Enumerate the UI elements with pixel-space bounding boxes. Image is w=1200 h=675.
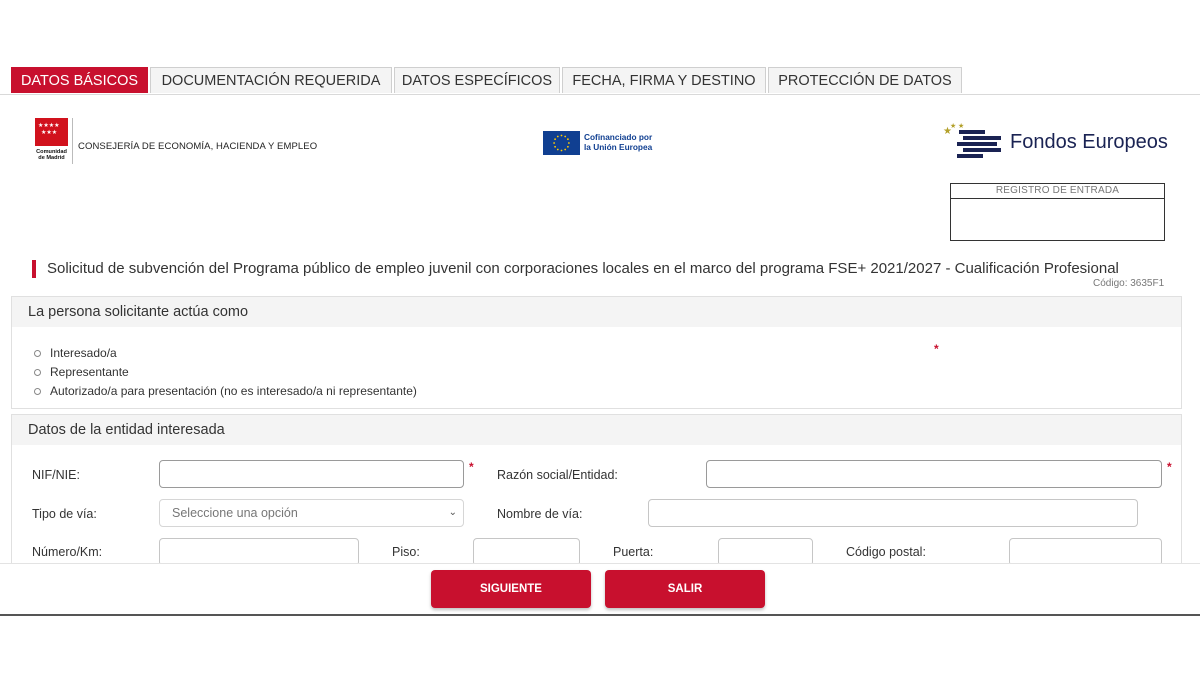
siguiente-button[interactable]: SIGUIENTE: [431, 570, 591, 608]
option-representante-label: Representante: [50, 365, 129, 379]
eu-text-line1: Cofinanciado por: [584, 132, 653, 142]
tab-fecha-firma-destino[interactable]: FECHA, FIRMA Y DESTINO: [562, 67, 766, 93]
consejeria-name: CONSEJERÍA DE ECONOMÍA, HACIENDA Y EMPLE…: [78, 141, 318, 152]
tab-bar: DATOS BÁSICOS DOCUMENTACIÓN REQUERIDA DA…: [0, 67, 1200, 95]
tipo-via-select[interactable]: Seleccione una opción ⌄: [159, 499, 464, 527]
solicitante-panel: La persona solicitante actúa como Intere…: [11, 296, 1182, 409]
fondos-europeos-text: Fondos Europeos: [1010, 131, 1168, 153]
numero-label: Número/Km:: [32, 545, 103, 559]
entidad-panel: Datos de la entidad interesada NIF/NIE: …: [11, 414, 1182, 574]
chevron-down-icon: ⌄: [448, 507, 457, 518]
tipo-via-selected: Seleccione una opción: [172, 506, 298, 520]
svg-text:★: ★: [958, 122, 964, 130]
option-autorizado[interactable]: Autorizado/a para presentación (no es in…: [34, 384, 417, 398]
option-interesado[interactable]: Interesado/a: [34, 346, 117, 360]
madrid-flag-icon: ★★★★ ★★★: [35, 118, 68, 146]
tab-proteccion-datos[interactable]: PROTECCIÓN DE DATOS: [768, 67, 962, 93]
form-code: Código: 3635F1: [1093, 278, 1165, 289]
required-marker: *: [934, 342, 939, 356]
fondos-europeos-logo-icon: ★ ★ ★: [943, 122, 1001, 162]
eu-flag-icon: [543, 131, 580, 155]
action-bar-bottom-line: [0, 614, 1200, 616]
puerta-label: Puerta:: [613, 545, 654, 559]
action-bar: [0, 564, 1200, 614]
registro-entrada-label: REGISTRO DE ENTRADA: [951, 184, 1164, 199]
razon-social-label: Razón social/Entidad:: [497, 468, 618, 482]
page-title: Solicitud de subvención del Programa púb…: [47, 260, 1119, 277]
razon-required-marker: *: [1167, 460, 1172, 474]
nif-required-marker: *: [469, 460, 474, 474]
tipo-via-label: Tipo de vía:: [32, 507, 97, 521]
salir-button[interactable]: SALIR: [605, 570, 765, 608]
nombre-via-label: Nombre de vía:: [497, 507, 583, 521]
codigo-postal-label: Código postal:: [846, 545, 926, 559]
radio-representante[interactable]: [34, 368, 41, 376]
option-representante[interactable]: Representante: [34, 365, 129, 379]
tab-datos-basicos[interactable]: DATOS BÁSICOS: [11, 67, 148, 93]
action-bar-top-line: [0, 563, 1200, 564]
comunidad-logo-text: Comunidad de Madrid: [36, 149, 67, 161]
nif-input[interactable]: [159, 460, 464, 488]
eu-text-line2: la Unión Europea: [584, 142, 653, 152]
comunidad-madrid-logo: ★★★★ ★★★ Comunidad de Madrid: [35, 118, 68, 164]
option-autorizado-label: Autorizado/a para presentación (no es in…: [50, 384, 417, 398]
svg-text:★: ★: [950, 122, 956, 130]
piso-input[interactable]: [473, 538, 580, 566]
nombre-via-input[interactable]: [648, 499, 1138, 527]
entidad-heading: Datos de la entidad interesada: [12, 415, 1181, 445]
title-accent-bar: [32, 260, 36, 278]
tab-documentacion-requerida[interactable]: DOCUMENTACIÓN REQUERIDA: [150, 67, 392, 93]
registro-entrada-box: REGISTRO DE ENTRADA: [950, 183, 1165, 241]
logo-divider: [72, 118, 73, 164]
codigo-postal-input[interactable]: [1009, 538, 1162, 566]
puerta-input[interactable]: [718, 538, 813, 566]
tab-datos-especificos[interactable]: DATOS ESPECÍFICOS: [394, 67, 560, 93]
razon-social-input[interactable]: [706, 460, 1162, 488]
radio-interesado[interactable]: [34, 349, 41, 357]
numero-input[interactable]: [159, 538, 359, 566]
radio-autorizado[interactable]: [34, 387, 41, 395]
nif-label: NIF/NIE:: [32, 468, 80, 482]
solicitante-heading: La persona solicitante actúa como: [12, 297, 1181, 327]
eu-cofinanciado-text: Cofinanciado por la Unión Europea: [584, 132, 652, 152]
piso-label: Piso:: [392, 545, 420, 559]
option-interesado-label: Interesado/a: [50, 346, 117, 360]
